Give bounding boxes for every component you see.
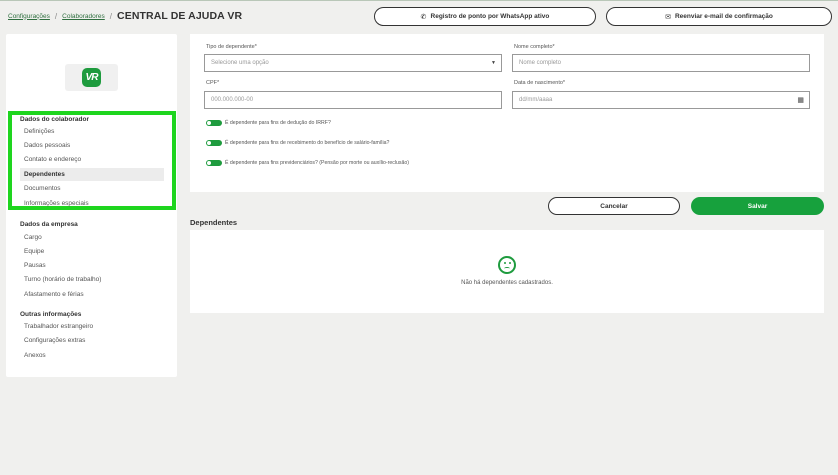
- sidebar-section-title: Dados do colaborador: [20, 116, 89, 123]
- full-name-input[interactable]: Nome completo: [512, 54, 810, 72]
- dependents-empty-state: Não há dependentes cadastrados.: [190, 230, 824, 313]
- toggle-switch-icon[interactable]: [206, 120, 222, 126]
- birth-date-input[interactable]: dd/mm/aaaa ▦: [512, 91, 810, 109]
- calendar-icon[interactable]: ▦: [797, 96, 804, 104]
- breadcrumb: Configurações / Colaboradores / CENTRAL …: [8, 10, 242, 22]
- cancel-button[interactable]: Cancelar: [548, 197, 680, 215]
- cpf-input[interactable]: 000.000.000-00: [204, 91, 502, 109]
- whatsapp-status-button[interactable]: ✆ Registro de ponto por WhatsApp ativo: [374, 7, 596, 26]
- dependent-type-select[interactable]: Selecione uma opção ▼: [204, 54, 502, 72]
- whatsapp-button-label: Registro de ponto por WhatsApp ativo: [430, 13, 550, 20]
- chevron-down-icon: ▼: [491, 60, 496, 66]
- sidebar-item-equipe[interactable]: Equipe: [20, 245, 164, 258]
- sidebar-item-configuracoes-extras[interactable]: Configurações extras: [20, 334, 164, 347]
- toggle-salario-familia[interactable]: É dependente para fins de recebimento do…: [206, 140, 389, 146]
- sidebar-item-pausas[interactable]: Pausas: [20, 259, 164, 272]
- sidebar-item-cargo[interactable]: Cargo: [20, 231, 164, 244]
- sidebar-section-title: Dados da empresa: [20, 221, 78, 228]
- toggle-irrf-label: É dependente para fins de dedução do IRR…: [225, 120, 331, 126]
- sidebar-item-documentos[interactable]: Documentos: [20, 182, 164, 195]
- empty-message: Não há dependentes cadastrados.: [461, 280, 553, 286]
- birth-date-placeholder: dd/mm/aaaa: [519, 97, 553, 103]
- breadcrumb-link-configuracoes[interactable]: Configurações: [8, 13, 50, 20]
- sidebar-item-contato[interactable]: Contato e endereço: [20, 153, 164, 166]
- breadcrumb-separator: /: [109, 11, 113, 21]
- sad-face-icon: [498, 256, 516, 274]
- breadcrumb-separator: /: [54, 11, 58, 21]
- birth-date-label: Data de nascimento*: [514, 80, 566, 86]
- sidebar-item-afastamento[interactable]: Afastamento e férias: [20, 288, 164, 301]
- full-name-placeholder: Nome completo: [519, 60, 562, 66]
- cpf-placeholder: 000.000.000-00: [211, 97, 254, 103]
- cpf-label: CPF*: [206, 80, 220, 86]
- sidebar-item-informacoes-especiais[interactable]: Informações especiais: [20, 197, 164, 210]
- sidebar-item-definicoes[interactable]: Definições: [20, 125, 164, 138]
- sidebar: VR Dados do colaborador Definições Dados…: [6, 34, 177, 377]
- full-name-label: Nome completo*: [514, 44, 555, 50]
- toggle-switch-icon[interactable]: [206, 140, 222, 146]
- sidebar-item-dependentes[interactable]: Dependentes: [20, 168, 164, 181]
- sidebar-item-dados-pessoais[interactable]: Dados pessoais: [20, 139, 164, 152]
- toggle-previdenciario-label: É dependente para fins previdenciários? …: [225, 160, 409, 166]
- resend-email-button[interactable]: ✉ Reenviar e-mail de confirmação: [606, 7, 832, 26]
- toggle-salario-familia-label: É dependente para fins de recebimento do…: [225, 140, 390, 146]
- vr-logo-icon: VR: [82, 68, 101, 87]
- dependent-form: Tipo de dependente* Selecione uma opção …: [190, 34, 824, 192]
- page-title: CENTRAL DE AJUDA VR: [117, 10, 243, 22]
- sidebar-item-anexos[interactable]: Anexos: [20, 349, 164, 362]
- resend-email-button-label: Reenviar e-mail de confirmação: [674, 13, 773, 20]
- dependents-section-title: Dependentes: [190, 218, 238, 227]
- sidebar-item-turno[interactable]: Turno (horário de trabalho): [20, 273, 164, 286]
- whatsapp-icon: ✆: [420, 13, 427, 21]
- breadcrumb-link-colaboradores[interactable]: Colaboradores: [62, 13, 105, 20]
- logo: VR: [65, 64, 118, 91]
- toggle-irrf[interactable]: É dependente para fins de dedução do IRR…: [206, 120, 331, 126]
- save-button[interactable]: Salvar: [691, 197, 824, 215]
- sidebar-section-title: Outras informações: [20, 311, 82, 318]
- dependent-type-label: Tipo de dependente*: [206, 44, 257, 50]
- dependent-type-placeholder: Selecione uma opção: [211, 60, 269, 66]
- toggle-previdenciario[interactable]: É dependente para fins previdenciários? …: [206, 160, 409, 166]
- mail-icon: ✉: [665, 13, 671, 21]
- sidebar-item-trabalhador-estrangeiro[interactable]: Trabalhador estrangeiro: [20, 320, 164, 333]
- toggle-switch-icon[interactable]: [206, 160, 222, 166]
